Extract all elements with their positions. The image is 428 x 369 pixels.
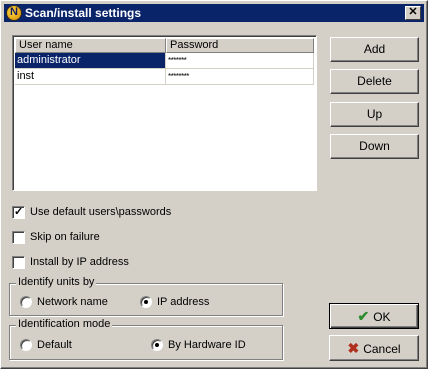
password-cell: ******* — [166, 53, 314, 69]
skip-on-failure-checkbox[interactable] — [12, 231, 25, 244]
install-by-ip-checkbox[interactable] — [12, 256, 25, 269]
default-mode-radio[interactable] — [20, 339, 32, 351]
use-default-checkbox[interactable]: ✓ — [12, 206, 25, 219]
ok-button-label: OK — [373, 310, 391, 324]
table-row[interactable]: administrator ******* — [15, 53, 314, 69]
default-mode-label: Default — [37, 339, 72, 351]
identify-units-group: Identify units by Network name IP addres… — [9, 276, 283, 316]
window-title: Scan/install settings — [25, 6, 142, 20]
username-cell: inst — [15, 69, 166, 85]
users-list[interactable]: User name Password administrator *******… — [12, 35, 317, 191]
install-by-ip-label: Install by IP address — [30, 256, 129, 268]
network-name-label: Network name — [37, 296, 108, 308]
ok-button[interactable]: ✔ OK — [329, 303, 419, 329]
ip-address-label: IP address — [157, 296, 210, 308]
hardware-id-label: By Hardware ID — [168, 339, 246, 351]
column-header-username[interactable]: User name — [15, 38, 166, 53]
radio-dot-icon — [144, 300, 148, 304]
ip-address-radio[interactable] — [140, 296, 152, 308]
use-default-label: Use default users\passwords — [30, 206, 172, 218]
settings-dialog: Scan/install settings ✕ User name Passwo… — [0, 0, 428, 369]
title-bar[interactable]: Scan/install settings ✕ — [4, 4, 424, 22]
add-button-label: Add — [363, 42, 386, 56]
close-button[interactable]: ✕ — [405, 6, 421, 20]
users-list-header: User name Password — [15, 38, 314, 53]
identification-mode-title: Identification mode — [16, 318, 113, 330]
checkmark-icon: ✓ — [14, 206, 24, 218]
identify-units-title: Identify units by — [16, 276, 97, 288]
delete-button-label: Delete — [357, 74, 392, 88]
cancel-button[interactable]: ✖ Cancel — [329, 335, 419, 361]
up-button-label: Up — [366, 107, 383, 121]
delete-button[interactable]: Delete — [330, 69, 419, 94]
cancel-button-label: Cancel — [363, 342, 401, 356]
up-button[interactable]: Up — [330, 102, 419, 127]
network-name-radio[interactable] — [20, 296, 32, 308]
app-logo-icon — [6, 5, 22, 21]
username-cell: administrator — [15, 53, 166, 69]
checkmark-icon: ✔ — [357, 308, 370, 324]
radio-dot-icon — [155, 343, 159, 347]
add-button[interactable]: Add — [330, 37, 419, 62]
skip-on-failure-label: Skip on failure — [30, 231, 100, 243]
down-button[interactable]: Down — [330, 134, 419, 159]
password-cell: ******** — [166, 69, 314, 85]
column-header-password[interactable]: Password — [166, 38, 314, 53]
cross-icon: ✖ — [347, 340, 360, 356]
identification-mode-group: Identification mode Default By Hardware … — [9, 318, 283, 360]
close-icon: ✕ — [408, 6, 418, 18]
down-button-label: Down — [359, 139, 390, 153]
hardware-id-radio[interactable] — [151, 339, 163, 351]
table-row[interactable]: inst ******** — [15, 69, 314, 85]
